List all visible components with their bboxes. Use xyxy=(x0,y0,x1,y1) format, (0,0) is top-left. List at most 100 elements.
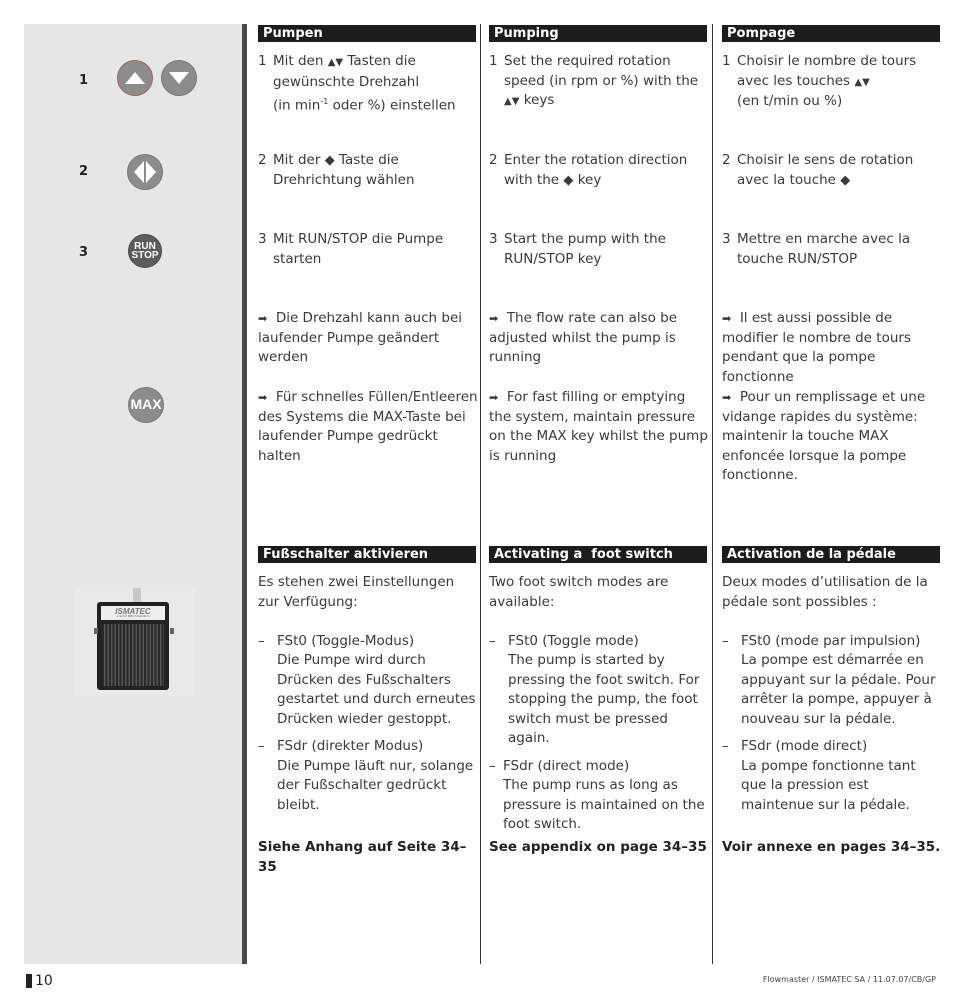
section-heading-foot-switch: Fußschalter aktivieren xyxy=(258,546,476,563)
diamond-key-icon: ◆ xyxy=(840,172,851,188)
step-1-text: 1 Set the required rotation speed (in rp… xyxy=(489,52,709,112)
text: Choisir le sens de rotation avec la touc… xyxy=(737,152,914,188)
section-heading-pumping: Pumpen xyxy=(258,25,476,42)
text: keys xyxy=(523,92,555,108)
dash: – xyxy=(258,632,265,649)
foot-switch-text: Two foot switch modes are available: – FS… xyxy=(489,573,709,835)
mode-item: – FSdr (mode direct) La pompe fonctionne t… xyxy=(722,737,942,815)
pedal-hinge xyxy=(170,628,174,634)
mode-desc: Die Pumpe wird durch Drücken des Fußscha… xyxy=(277,652,476,727)
foot-pedal: ISMATEC a unit of IDEX Corporation xyxy=(97,602,169,690)
dash: – xyxy=(258,738,265,754)
mode-item: – FSdr (direkter Modus) Die Pumpe läuft nu… xyxy=(258,737,478,815)
text: Die Drehzahl kann auch bei laufender Pum… xyxy=(258,310,463,365)
arrow-right-icon: ➡ xyxy=(722,312,732,325)
max-label: MAX xyxy=(130,396,162,413)
mode-desc: Die Pumpe läuft nur, solange der Fußscha… xyxy=(277,757,474,813)
column-divider xyxy=(712,24,713,964)
diamond-key-icon: ◆ xyxy=(563,172,574,188)
item-number: 3 xyxy=(258,231,267,247)
note-2: ➡ Pour un remplissage et une vidange rap… xyxy=(722,388,942,486)
page-number: 10 xyxy=(26,973,53,989)
mode-item: – FSt0 (Toggle-Modus) Die Pumpe wird durch… xyxy=(258,632,478,730)
mode-desc: The pump runs as long as pressure is mai… xyxy=(503,777,705,832)
mode-item: – FSdr (direct mode) The pump runs as long… xyxy=(489,757,709,835)
pedal-label: ISMATEC a unit of IDEX Corporation xyxy=(101,606,165,620)
item-number: 2 xyxy=(489,152,498,168)
dash: – xyxy=(722,632,729,649)
mode-title: FSt0 (mode par impulsion) xyxy=(741,632,921,649)
mode-desc: The pump is started by pressing the foot… xyxy=(508,652,700,746)
text: Pour un remplissage et une vidange rapid… xyxy=(722,389,926,483)
mode-item: – FSt0 (Toggle mode) The pump is started b… xyxy=(489,632,709,749)
section-heading-pumping: Pompage xyxy=(722,25,940,42)
page-marker xyxy=(26,974,32,988)
text: Mettre en marche avec la touche RUN/STOP xyxy=(737,231,911,267)
step-1-text: 1 Choisir le nombre de tours avec les to… xyxy=(722,52,942,112)
text: Für schnelles Füllen/Entleeren des Syste… xyxy=(258,389,478,464)
step-2-text: 2 Choisir le sens de rotation avec la to… xyxy=(722,151,942,190)
note-1: ➡ Il est aussi possible de modifier le n… xyxy=(722,309,942,387)
step-3-text: 3 Mit RUN/STOP die Pumpe starten xyxy=(258,230,478,269)
dash: – xyxy=(489,632,496,649)
text: For fast filling or emptying the system,… xyxy=(489,389,708,464)
text: (in min xyxy=(273,97,321,114)
note-2: ➡ Für schnelles Füllen/Entleeren des Sys… xyxy=(258,388,478,466)
diamond-key-icon: ◆ xyxy=(324,153,335,168)
item-number: 3 xyxy=(722,231,731,247)
item-number: 2 xyxy=(258,152,267,168)
arrow-right-icon: ➡ xyxy=(489,312,499,325)
foot-switch-text: Es stehen zwei Einstellungen zur Verfügu… xyxy=(258,573,478,815)
text: Choisir le nombre de tours avec les touc… xyxy=(737,53,917,89)
pedal-subtitle: a unit of IDEX Corporation xyxy=(116,614,150,618)
section-heading-foot-switch: Activating a foot switch xyxy=(489,546,707,563)
text: Mit den xyxy=(273,53,324,69)
section-heading-pumping: Pumping xyxy=(489,25,707,42)
arrow-right-icon: ➡ xyxy=(722,391,732,404)
step-1-text: 1 Mit den ▲▼ Tasten die gewünschte Drehz… xyxy=(258,52,478,116)
run-stop-key-icon: RUN STOP xyxy=(128,234,162,268)
text: Mit der xyxy=(273,152,321,168)
intro-text: Two foot switch modes are available: xyxy=(489,574,669,610)
pedal-hinge xyxy=(94,628,98,634)
item-number: 3 xyxy=(489,231,498,247)
step-number: 2 xyxy=(79,164,89,179)
intro-text: Deux modes d’utilisation de la pédale so… xyxy=(722,574,928,610)
pedal-ridges xyxy=(102,624,164,686)
arrow-right-icon: ➡ xyxy=(489,391,499,404)
mode-title: FSdr (direct mode) xyxy=(503,757,630,774)
text: The flow rate can also be adjusted whils… xyxy=(489,310,678,365)
up-down-arrows-icon: ▲▼ xyxy=(854,76,870,88)
mode-title: FSdr (direkter Modus) xyxy=(277,738,424,754)
mode-title: FSt0 (Toggle mode) xyxy=(508,632,639,649)
step-number: 1 xyxy=(79,73,89,88)
text: Set the required rotation speed (in rpm … xyxy=(504,53,699,89)
appendix-reference: Voir annexe en pages 34–35. xyxy=(722,839,941,855)
down-key-icon xyxy=(161,60,197,96)
dash: – xyxy=(722,738,729,754)
step-number: 3 xyxy=(79,245,89,260)
note-1: ➡ Die Drehzahl kann auch bei laufender P… xyxy=(258,309,478,368)
footer-credit: Flowmaster / ISMATEC SA / 11.07.07/CB/GP xyxy=(762,975,936,984)
direction-key-icon xyxy=(127,154,163,190)
note-1: ➡ The flow rate can also be adjusted whi… xyxy=(489,309,709,368)
appendix-reference: See appendix on page 34–35 xyxy=(489,839,707,855)
up-down-arrows-icon: ▲▼ xyxy=(504,96,520,107)
up-down-arrows-icon: ▲▼ xyxy=(327,57,344,68)
item-number: 2 xyxy=(722,152,731,168)
text: Start the pump with the RUN/STOP key xyxy=(504,231,666,267)
mode-item: – FSt0 (mode par impulsion) La pompe est d… xyxy=(722,632,942,730)
text: oder %) einstellen xyxy=(328,97,456,114)
stop-label: STOP xyxy=(131,250,159,261)
step-2-text: 2 Mit der ◆ Taste die Drehrichtung wähle… xyxy=(258,151,478,190)
appendix-reference: Siehe Anhang auf Seite 34–35 xyxy=(258,839,467,875)
page-number-text: 10 xyxy=(35,973,53,989)
mode-title: FSt0 (Toggle-Modus) xyxy=(277,632,415,649)
text: Il est aussi possible de modifier le nom… xyxy=(722,310,911,385)
max-key-icon: MAX xyxy=(128,387,164,423)
intro-text: Es stehen zwei Einstellungen zur Verfügu… xyxy=(258,574,455,610)
section-heading-foot-switch: Activation de la pédale xyxy=(722,546,940,563)
foot-switch-text: Deux modes d’utilisation de la pédale so… xyxy=(722,573,942,815)
step-3-text: 3 Start the pump with the RUN/STOP key xyxy=(489,230,709,269)
text: key xyxy=(577,171,602,188)
